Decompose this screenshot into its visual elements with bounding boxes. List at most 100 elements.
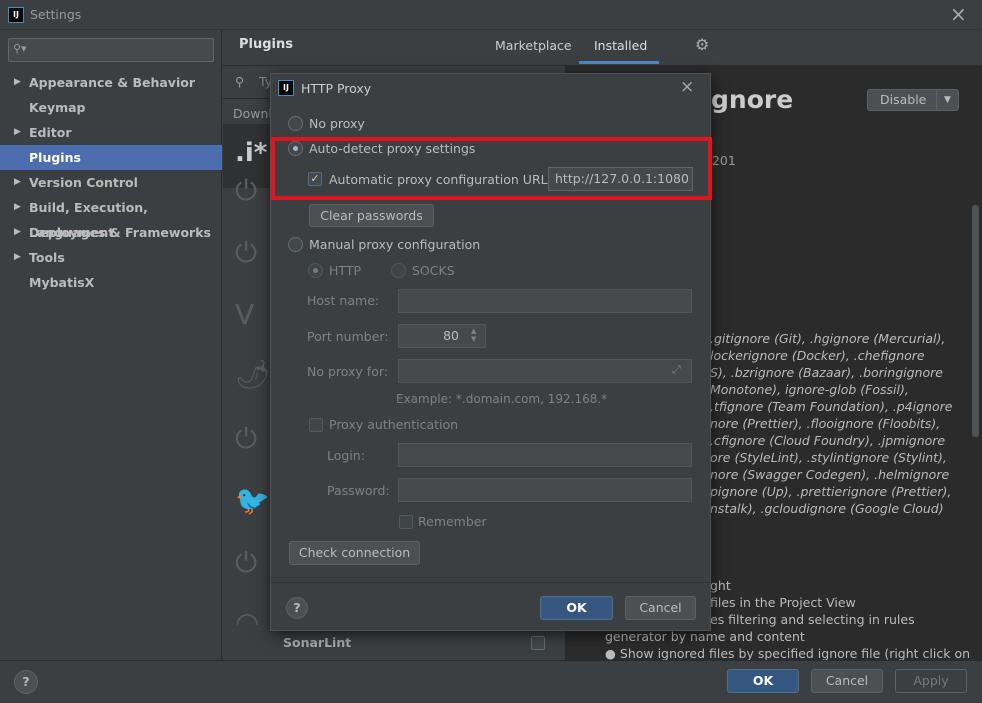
settings-sidebar: ⚲▾ ▶ Appearance & Behavior Keymap ▶ Editor Pl… <box>0 30 222 660</box>
disable-label: Disable <box>880 92 927 107</box>
sidebar-item-languages-frameworks[interactable]: ▶ Languages & Frameworks <box>0 220 222 245</box>
search-icon: ⚲ <box>235 74 245 89</box>
dropdown-arrow-icon[interactable]: ▼ <box>936 90 958 110</box>
settings-search-input[interactable] <box>8 38 214 62</box>
sidebar-item-keymap[interactable]: Keymap <box>0 95 222 120</box>
example-hint: Example: *.domain.com, 192.168.* <box>396 392 608 406</box>
feature-line: ght <box>710 578 731 593</box>
no-proxy-radio[interactable] <box>288 116 303 131</box>
spinner-arrows-icon[interactable]: ▲ ▼ <box>471 327 476 343</box>
sidebar-item-label: Tools <box>29 250 65 265</box>
apply-button[interactable]: Apply <box>895 669 967 693</box>
description-line: ore (StyleLint), .stylintignore (Stylint… <box>710 450 947 465</box>
manual-proxy-label[interactable]: Manual proxy configuration <box>309 237 480 252</box>
http-proxy-dialog: IJ HTTP Proxy × No proxy Auto-detect pro… <box>270 73 712 631</box>
expand-arrow-icon[interactable]: ▶ <box>14 195 21 220</box>
remember-label: Remember <box>418 514 487 529</box>
close-window-icon[interactable]: × <box>950 2 967 26</box>
no-proxy-label[interactable]: No proxy <box>309 116 365 131</box>
plugin-name-sonarlint[interactable]: SonarLint <box>283 635 351 650</box>
feature-line: es filtering and selecting in rules <box>710 612 915 627</box>
plug-icon: ⏻ <box>235 546 258 579</box>
expand-icon[interactable]: ⤢ <box>672 363 681 377</box>
plug-icon: ⏻ <box>235 174 258 207</box>
description-line: .tfignore (Team Foundation), .p4ignore <box>710 399 953 414</box>
plug-icon: ⏻ <box>235 236 258 269</box>
check-connection-button[interactable]: Check connection <box>289 541 420 565</box>
vue-plugin-icon: V <box>235 298 255 331</box>
cancel-button[interactable]: Cancel <box>811 669 883 693</box>
disable-button[interactable]: Disable ▼ <box>867 89 959 111</box>
sidebar-item-appearance-behavior[interactable]: ▶ Appearance & Behavior <box>0 70 222 95</box>
active-tab-indicator <box>579 61 659 64</box>
sidebar-item-plugins[interactable]: Plugins <box>0 145 222 170</box>
highlight-box <box>271 137 712 200</box>
title-bar: IJ Settings × <box>0 0 982 30</box>
bird-plugin-icon: 🐦 <box>235 484 270 517</box>
proxy-auth-label: Proxy authentication <box>329 417 459 432</box>
sidebar-item-label: MybatisX <box>29 275 95 290</box>
settings-footer: ? OK Cancel Apply <box>0 660 982 703</box>
plugin-title: gnore <box>711 85 794 114</box>
close-dialog-icon[interactable]: × <box>680 77 694 97</box>
expand-arrow-icon[interactable]: ▶ <box>14 70 21 95</box>
expand-arrow-icon[interactable]: ▶ <box>14 220 21 245</box>
host-label: Host name: <box>307 293 380 308</box>
plugins-title: Plugins <box>239 37 293 52</box>
description-line: .gitignore (Git), .hgignore (Mercurial), <box>710 331 946 346</box>
sidebar-item-label: Languages & Frameworks <box>29 225 211 240</box>
help-button[interactable]: ? <box>286 597 308 619</box>
sidebar-item-editor[interactable]: ▶ Editor <box>0 120 222 145</box>
sidebar-item-tools[interactable]: ▶ Tools <box>0 245 222 270</box>
description-line: .cfignore (Cloud Foundry), .jpmignore <box>710 433 946 448</box>
sidebar-item-version-control[interactable]: ▶ Version Control <box>0 170 222 195</box>
socks-radio[interactable] <box>391 263 406 278</box>
login-input[interactable] <box>398 443 692 467</box>
expand-arrow-icon[interactable]: ▶ <box>14 120 21 145</box>
description-line: pignore (Up), .prettierignore (Prettier)… <box>710 484 952 499</box>
expand-arrow-icon[interactable]: ▶ <box>14 170 21 195</box>
search-icon: ⚲▾ <box>13 42 27 55</box>
tab-installed[interactable]: Installed <box>594 38 647 53</box>
expand-arrow-icon[interactable]: ▶ <box>14 245 21 270</box>
dialog-ok-button[interactable]: OK <box>540 596 613 620</box>
description-line: Monotone), ignore-glob (Fossil), <box>710 382 909 397</box>
sidebar-item-label: Editor <box>29 125 72 140</box>
dialog-cancel-button[interactable]: Cancel <box>625 596 696 620</box>
http-radio[interactable] <box>308 263 323 278</box>
clear-passwords-button[interactable]: Clear passwords <box>309 204 434 227</box>
help-button[interactable]: ? <box>14 670 38 694</box>
ok-button[interactable]: OK <box>727 669 799 693</box>
chili-plugin-icon: 🌶 <box>235 358 271 391</box>
host-input[interactable] <box>398 289 692 313</box>
password-label: Password: <box>327 483 390 498</box>
description-line: lockerignore (Docker), .chefignore <box>710 348 925 363</box>
password-input[interactable] <box>398 478 692 502</box>
ignore-plugin-icon: .i* <box>235 138 268 168</box>
port-label: Port number: <box>307 329 389 344</box>
sidebar-item-label: Appearance & Behavior <box>29 75 195 90</box>
tab-marketplace[interactable]: Marketplace <box>495 38 572 53</box>
manual-proxy-radio[interactable] <box>288 237 303 252</box>
feature-line: generator by name and content <box>605 629 805 644</box>
no-proxy-for-label: No proxy for: <box>307 364 388 379</box>
sidebar-item-label: Plugins <box>29 150 81 165</box>
sidebar-item-mybatisx[interactable]: MybatisX <box>0 270 222 295</box>
proxy-auth-checkbox[interactable] <box>309 418 323 432</box>
sidebar-item-label: Version Control <box>29 175 138 190</box>
http-label: HTTP <box>329 263 361 278</box>
sidebar-item-build-execution-deployment[interactable]: ▶ Build, Execution, Deployment <box>0 195 222 240</box>
plug-icon: ⏻ <box>235 422 258 455</box>
intellij-logo-icon: IJ <box>278 80 294 96</box>
gear-icon[interactable]: ⚙ <box>695 35 709 54</box>
description-line: nore (Prettier), .flooignore (Floobits), <box>710 416 941 431</box>
no-proxy-for-input[interactable] <box>398 359 692 383</box>
description-line: nstalk), .gcloudignore (Google Cloud) <box>710 501 944 516</box>
plugin-enable-checkbox[interactable] <box>531 636 545 650</box>
socks-label: SOCKS <box>412 263 455 278</box>
window-title: Settings <box>30 7 82 22</box>
scrollbar-thumb[interactable] <box>972 205 979 437</box>
remember-checkbox[interactable] <box>399 515 413 529</box>
sonarlint-icon: ◠ <box>235 606 260 639</box>
login-label: Login: <box>327 448 365 463</box>
